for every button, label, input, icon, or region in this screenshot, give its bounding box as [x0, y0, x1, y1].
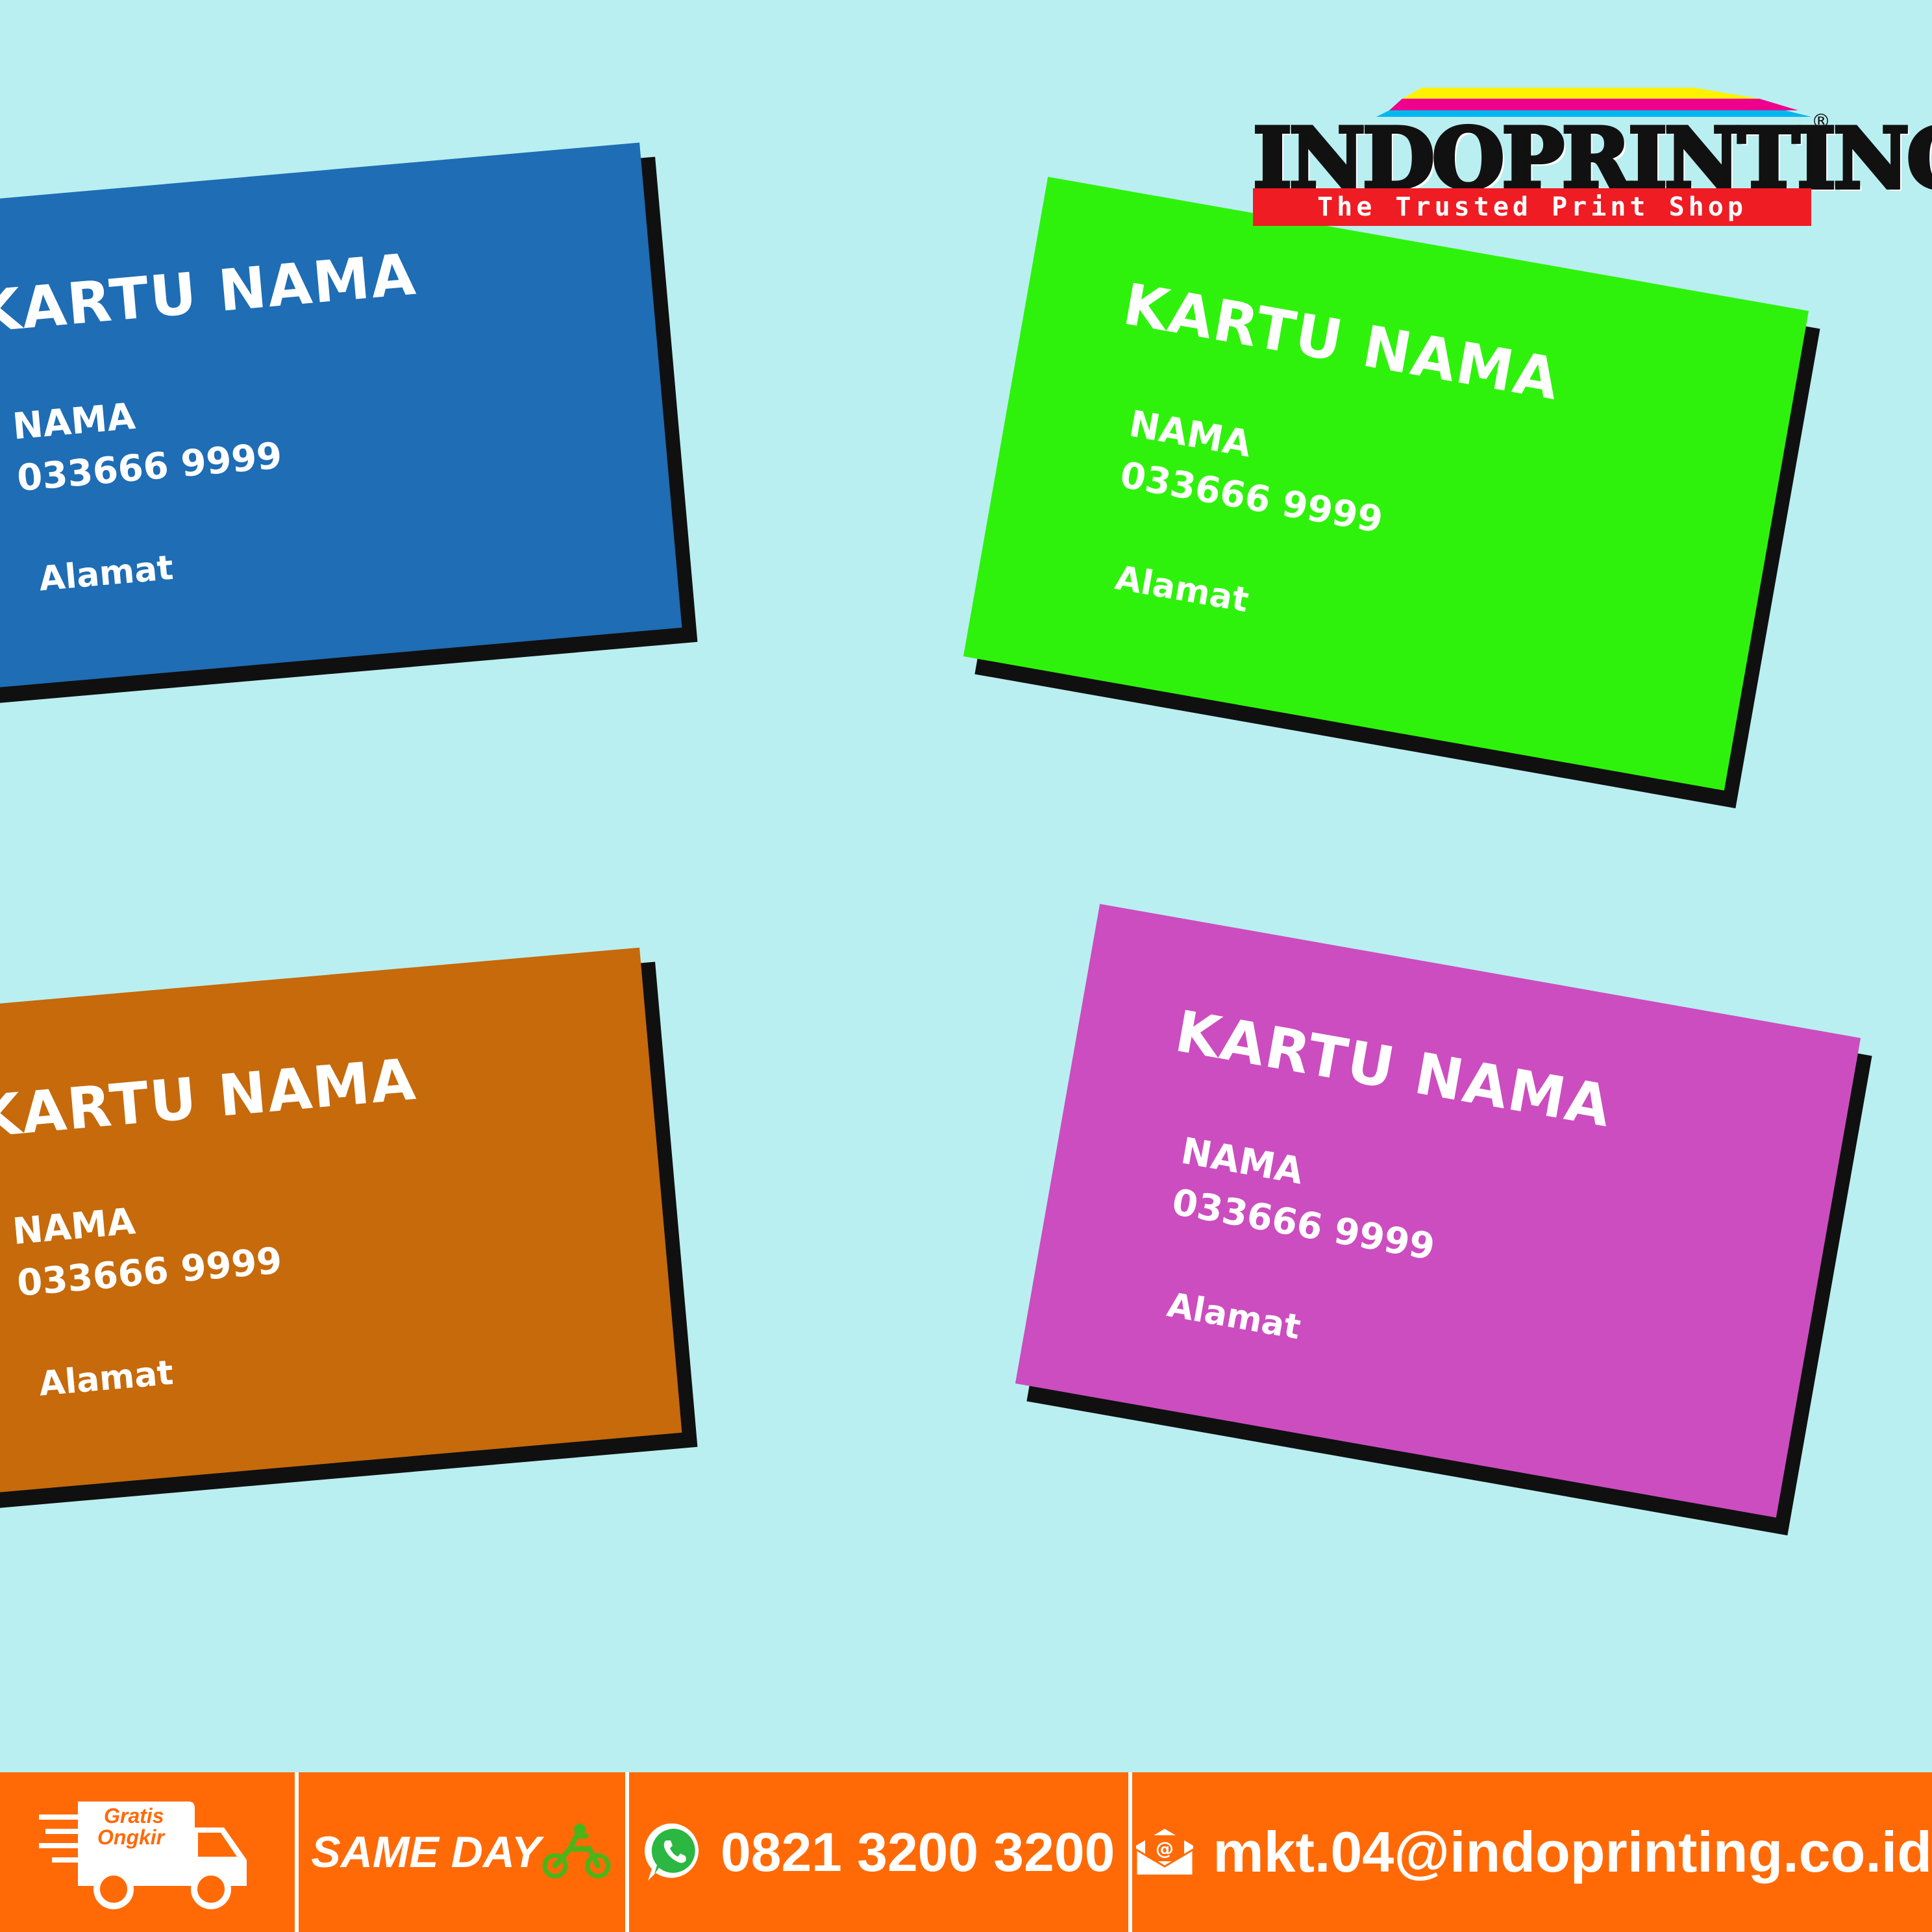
card-name: NAMA	[10, 395, 137, 449]
envelope-icon: @	[1135, 1829, 1195, 1877]
whatsapp-contact[interactable]: 0821 3200 3200	[629, 1772, 1128, 1932]
business-card-pink: KARTU NAMA NAMA 033666 9999 Alamat	[1015, 904, 1861, 1518]
free-shipping-badge: Gratis Ongkir	[0, 1772, 295, 1932]
product-background: KARTU NAMA NAMA 033666 9999 Alamat KARTU…	[0, 0, 1932, 1772]
card-phone: 033666 9999	[1169, 1181, 1438, 1269]
email-contact[interactable]: @ mkt.04@indoprinting.co.id	[1132, 1772, 1932, 1932]
card-address: Alamat	[1112, 558, 1252, 621]
card-name: NAMA	[1126, 402, 1255, 466]
ongkir-label: Ongkir	[97, 1826, 165, 1849]
card-address: Alamat	[1164, 1285, 1304, 1348]
delivery-truck-icon: Gratis Ongkir	[39, 1789, 253, 1915]
card-phone: 033666 9999	[1117, 454, 1386, 542]
card-title: KARTU NAMA	[1170, 997, 1617, 1141]
business-card-green: KARTU NAMA NAMA 033666 9999 Alamat	[963, 177, 1809, 791]
card-title: KARTU NAMA	[0, 240, 419, 346]
card-address: Alamat	[37, 548, 175, 599]
whatsapp-icon	[645, 1823, 699, 1881]
motorbike-icon	[542, 1824, 611, 1879]
same-day-badge: SAME DAY	[299, 1772, 625, 1932]
indoprinting-logo: INDOPRINTING ® The Trusted Print Shop	[1251, 84, 1932, 227]
same-day-label: SAME DAY	[311, 1827, 541, 1877]
card-name: NAMA	[1178, 1130, 1307, 1193]
footer-banner: Gratis Ongkir SAME DAY 0821 3200 3200 @	[0, 1772, 1932, 1932]
gratis-label: Gratis	[104, 1804, 164, 1827]
business-card-blue: KARTU NAMA NAMA 033666 9999 Alamat	[0, 142, 682, 695]
email-address[interactable]: mkt.04@indoprinting.co.id	[1213, 1819, 1932, 1885]
business-card-orange: KARTU NAMA NAMA 033666 9999 Alamat	[0, 947, 682, 1500]
logo-tagline: The Trusted Print Shop	[1253, 188, 1811, 226]
svg-text:@: @	[1156, 1838, 1174, 1859]
registered-mark: ®	[1811, 110, 1831, 133]
card-title: KARTU NAMA	[1119, 270, 1565, 414]
card-name: NAMA	[10, 1200, 137, 1254]
card-title: KARTU NAMA	[0, 1045, 419, 1151]
card-address: Alamat	[37, 1353, 175, 1404]
phone-number[interactable]: 0821 3200 3200	[721, 1821, 1115, 1884]
